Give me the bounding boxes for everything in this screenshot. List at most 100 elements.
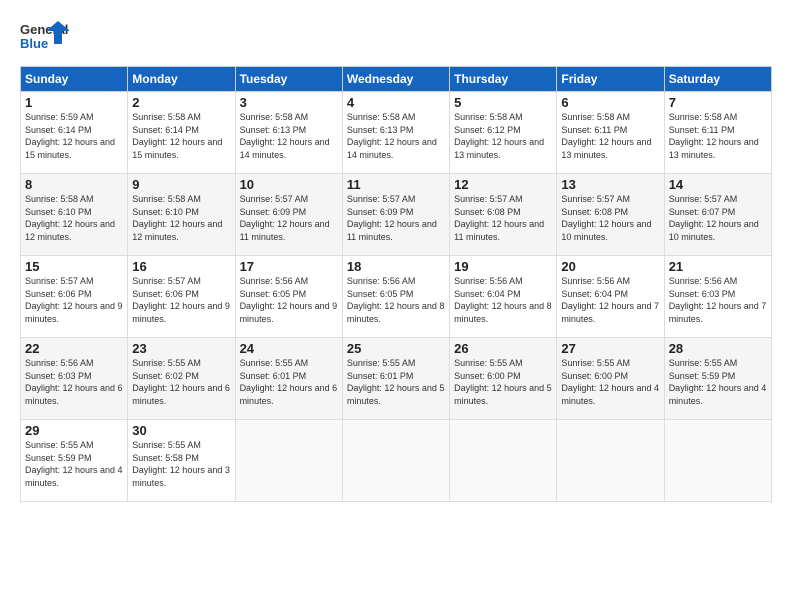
day-number: 22 bbox=[25, 341, 123, 356]
page-header: General Blue bbox=[20, 16, 772, 56]
day-info: Sunrise: 5:58 AMSunset: 6:10 PMDaylight:… bbox=[25, 193, 123, 243]
day-info: Sunrise: 5:55 AMSunset: 6:02 PMDaylight:… bbox=[132, 357, 230, 407]
svg-text:Blue: Blue bbox=[20, 36, 48, 51]
day-number: 17 bbox=[240, 259, 338, 274]
day-info: Sunrise: 5:58 AMSunset: 6:13 PMDaylight:… bbox=[240, 111, 338, 161]
calendar-cell: 26Sunrise: 5:55 AMSunset: 6:00 PMDayligh… bbox=[450, 338, 557, 420]
calendar-cell: 27Sunrise: 5:55 AMSunset: 6:00 PMDayligh… bbox=[557, 338, 664, 420]
day-info: Sunrise: 5:57 AMSunset: 6:08 PMDaylight:… bbox=[561, 193, 659, 243]
day-info: Sunrise: 5:56 AMSunset: 6:05 PMDaylight:… bbox=[240, 275, 338, 325]
day-info: Sunrise: 5:57 AMSunset: 6:06 PMDaylight:… bbox=[132, 275, 230, 325]
day-number: 24 bbox=[240, 341, 338, 356]
day-info: Sunrise: 5:55 AMSunset: 5:59 PMDaylight:… bbox=[25, 439, 123, 489]
calendar-header-row: SundayMondayTuesdayWednesdayThursdayFrid… bbox=[21, 67, 772, 92]
calendar-cell: 23Sunrise: 5:55 AMSunset: 6:02 PMDayligh… bbox=[128, 338, 235, 420]
calendar-cell: 22Sunrise: 5:56 AMSunset: 6:03 PMDayligh… bbox=[21, 338, 128, 420]
calendar-cell: 13Sunrise: 5:57 AMSunset: 6:08 PMDayligh… bbox=[557, 174, 664, 256]
day-info: Sunrise: 5:57 AMSunset: 6:09 PMDaylight:… bbox=[347, 193, 445, 243]
calendar-cell: 17Sunrise: 5:56 AMSunset: 6:05 PMDayligh… bbox=[235, 256, 342, 338]
day-number: 6 bbox=[561, 95, 659, 110]
day-info: Sunrise: 5:55 AMSunset: 6:00 PMDaylight:… bbox=[454, 357, 552, 407]
day-number: 11 bbox=[347, 177, 445, 192]
calendar-cell bbox=[664, 420, 771, 502]
day-info: Sunrise: 5:56 AMSunset: 6:05 PMDaylight:… bbox=[347, 275, 445, 325]
calendar-week-1: 1Sunrise: 5:59 AMSunset: 6:14 PMDaylight… bbox=[21, 92, 772, 174]
calendar-week-5: 29Sunrise: 5:55 AMSunset: 5:59 PMDayligh… bbox=[21, 420, 772, 502]
calendar-cell: 19Sunrise: 5:56 AMSunset: 6:04 PMDayligh… bbox=[450, 256, 557, 338]
day-info: Sunrise: 5:55 AMSunset: 6:00 PMDaylight:… bbox=[561, 357, 659, 407]
day-number: 21 bbox=[669, 259, 767, 274]
calendar-cell: 24Sunrise: 5:55 AMSunset: 6:01 PMDayligh… bbox=[235, 338, 342, 420]
day-info: Sunrise: 5:58 AMSunset: 6:14 PMDaylight:… bbox=[132, 111, 230, 161]
day-number: 10 bbox=[240, 177, 338, 192]
calendar-cell: 15Sunrise: 5:57 AMSunset: 6:06 PMDayligh… bbox=[21, 256, 128, 338]
calendar-cell: 8Sunrise: 5:58 AMSunset: 6:10 PMDaylight… bbox=[21, 174, 128, 256]
logo: General Blue bbox=[20, 16, 70, 56]
calendar-cell: 16Sunrise: 5:57 AMSunset: 6:06 PMDayligh… bbox=[128, 256, 235, 338]
day-info: Sunrise: 5:58 AMSunset: 6:11 PMDaylight:… bbox=[561, 111, 659, 161]
calendar-cell: 5Sunrise: 5:58 AMSunset: 6:12 PMDaylight… bbox=[450, 92, 557, 174]
day-number: 14 bbox=[669, 177, 767, 192]
day-number: 5 bbox=[454, 95, 552, 110]
calendar-header-sunday: Sunday bbox=[21, 67, 128, 92]
calendar-cell: 10Sunrise: 5:57 AMSunset: 6:09 PMDayligh… bbox=[235, 174, 342, 256]
logo-icon: General Blue bbox=[20, 16, 70, 56]
calendar-cell: 11Sunrise: 5:57 AMSunset: 6:09 PMDayligh… bbox=[342, 174, 449, 256]
calendar-table: SundayMondayTuesdayWednesdayThursdayFrid… bbox=[20, 66, 772, 502]
calendar-week-3: 15Sunrise: 5:57 AMSunset: 6:06 PMDayligh… bbox=[21, 256, 772, 338]
day-info: Sunrise: 5:58 AMSunset: 6:13 PMDaylight:… bbox=[347, 111, 445, 161]
calendar-header-friday: Friday bbox=[557, 67, 664, 92]
day-number: 27 bbox=[561, 341, 659, 356]
day-number: 2 bbox=[132, 95, 230, 110]
calendar-cell bbox=[557, 420, 664, 502]
day-info: Sunrise: 5:55 AMSunset: 5:59 PMDaylight:… bbox=[669, 357, 767, 407]
calendar-cell: 21Sunrise: 5:56 AMSunset: 6:03 PMDayligh… bbox=[664, 256, 771, 338]
calendar-cell: 25Sunrise: 5:55 AMSunset: 6:01 PMDayligh… bbox=[342, 338, 449, 420]
day-info: Sunrise: 5:57 AMSunset: 6:07 PMDaylight:… bbox=[669, 193, 767, 243]
calendar-cell: 20Sunrise: 5:56 AMSunset: 6:04 PMDayligh… bbox=[557, 256, 664, 338]
day-number: 9 bbox=[132, 177, 230, 192]
day-number: 28 bbox=[669, 341, 767, 356]
calendar-header-wednesday: Wednesday bbox=[342, 67, 449, 92]
calendar-cell: 30Sunrise: 5:55 AMSunset: 5:58 PMDayligh… bbox=[128, 420, 235, 502]
calendar-week-2: 8Sunrise: 5:58 AMSunset: 6:10 PMDaylight… bbox=[21, 174, 772, 256]
day-info: Sunrise: 5:56 AMSunset: 6:04 PMDaylight:… bbox=[454, 275, 552, 325]
day-info: Sunrise: 5:58 AMSunset: 6:11 PMDaylight:… bbox=[669, 111, 767, 161]
day-number: 30 bbox=[132, 423, 230, 438]
day-info: Sunrise: 5:55 AMSunset: 6:01 PMDaylight:… bbox=[347, 357, 445, 407]
calendar-week-4: 22Sunrise: 5:56 AMSunset: 6:03 PMDayligh… bbox=[21, 338, 772, 420]
day-info: Sunrise: 5:55 AMSunset: 5:58 PMDaylight:… bbox=[132, 439, 230, 489]
calendar-header-tuesday: Tuesday bbox=[235, 67, 342, 92]
day-number: 16 bbox=[132, 259, 230, 274]
day-info: Sunrise: 5:57 AMSunset: 6:08 PMDaylight:… bbox=[454, 193, 552, 243]
calendar-cell: 2Sunrise: 5:58 AMSunset: 6:14 PMDaylight… bbox=[128, 92, 235, 174]
day-number: 15 bbox=[25, 259, 123, 274]
day-number: 25 bbox=[347, 341, 445, 356]
day-info: Sunrise: 5:58 AMSunset: 6:10 PMDaylight:… bbox=[132, 193, 230, 243]
day-number: 4 bbox=[347, 95, 445, 110]
calendar-cell bbox=[450, 420, 557, 502]
calendar-cell: 1Sunrise: 5:59 AMSunset: 6:14 PMDaylight… bbox=[21, 92, 128, 174]
day-info: Sunrise: 5:56 AMSunset: 6:04 PMDaylight:… bbox=[561, 275, 659, 325]
calendar-header-thursday: Thursday bbox=[450, 67, 557, 92]
day-number: 26 bbox=[454, 341, 552, 356]
day-number: 19 bbox=[454, 259, 552, 274]
day-info: Sunrise: 5:57 AMSunset: 6:09 PMDaylight:… bbox=[240, 193, 338, 243]
calendar-cell bbox=[235, 420, 342, 502]
day-info: Sunrise: 5:57 AMSunset: 6:06 PMDaylight:… bbox=[25, 275, 123, 325]
day-info: Sunrise: 5:59 AMSunset: 6:14 PMDaylight:… bbox=[25, 111, 123, 161]
day-number: 13 bbox=[561, 177, 659, 192]
calendar-cell: 12Sunrise: 5:57 AMSunset: 6:08 PMDayligh… bbox=[450, 174, 557, 256]
day-number: 29 bbox=[25, 423, 123, 438]
day-number: 8 bbox=[25, 177, 123, 192]
day-number: 23 bbox=[132, 341, 230, 356]
calendar-cell: 9Sunrise: 5:58 AMSunset: 6:10 PMDaylight… bbox=[128, 174, 235, 256]
calendar-cell: 29Sunrise: 5:55 AMSunset: 5:59 PMDayligh… bbox=[21, 420, 128, 502]
calendar-cell: 18Sunrise: 5:56 AMSunset: 6:05 PMDayligh… bbox=[342, 256, 449, 338]
calendar-cell: 14Sunrise: 5:57 AMSunset: 6:07 PMDayligh… bbox=[664, 174, 771, 256]
day-info: Sunrise: 5:55 AMSunset: 6:01 PMDaylight:… bbox=[240, 357, 338, 407]
calendar-cell: 4Sunrise: 5:58 AMSunset: 6:13 PMDaylight… bbox=[342, 92, 449, 174]
calendar-header-monday: Monday bbox=[128, 67, 235, 92]
day-number: 20 bbox=[561, 259, 659, 274]
day-number: 12 bbox=[454, 177, 552, 192]
